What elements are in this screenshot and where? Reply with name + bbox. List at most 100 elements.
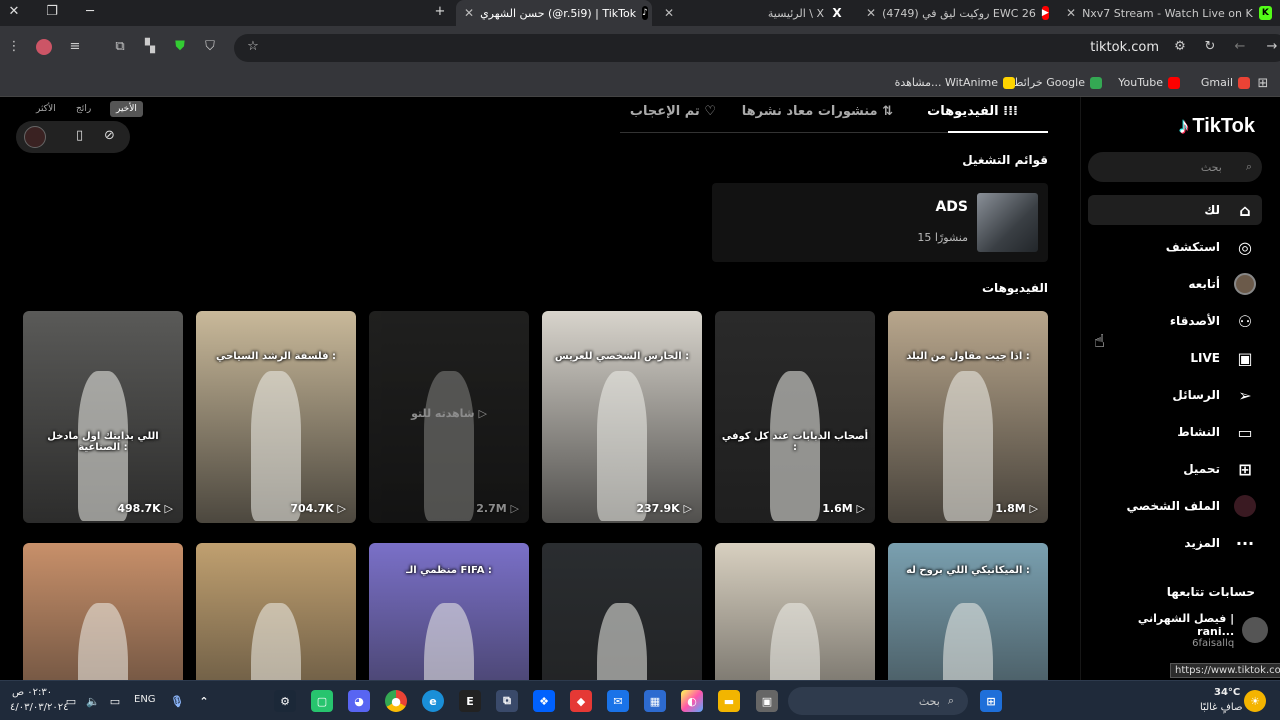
chevron-up-icon[interactable]: ⌃ bbox=[193, 690, 215, 712]
playlist-card[interactable]: ADS 15 منشورًا bbox=[712, 183, 1048, 262]
video-card[interactable]: أصحاب الدبابات عند كل كوفي : 1.6M ▷ bbox=[715, 311, 875, 523]
bookmark-gmail[interactable]: Gmail bbox=[1201, 76, 1250, 89]
taskbar-search[interactable]: بحث ⌕ bbox=[788, 687, 968, 715]
bookmark-youtube[interactable]: YouTube bbox=[1118, 76, 1180, 89]
menu-dots-icon[interactable]: ⋮ bbox=[5, 39, 23, 54]
bookmark-maps[interactable]: خرائط Google bbox=[1013, 76, 1102, 89]
video-card[interactable] bbox=[23, 543, 183, 680]
app-green-icon[interactable]: ▢ bbox=[311, 690, 333, 712]
record-icon[interactable] bbox=[24, 126, 46, 148]
sidebar-item-7[interactable]: تحميل ⊞ bbox=[1088, 454, 1262, 484]
site-settings-icon[interactable]: ⚙ bbox=[1171, 39, 1189, 54]
tab-reposts[interactable]: منشورات معاد نشرها ⇅ bbox=[742, 104, 893, 119]
tab-kick[interactable]: ✕ Nxv7 Stream - Watch Live on K K bbox=[1058, 0, 1280, 26]
epic-games-icon[interactable]: E bbox=[459, 690, 481, 712]
omnibox[interactable]: ☆ tiktok.com ⚙ ↻ ← → bbox=[234, 34, 1280, 62]
outlook-icon[interactable]: ✉ bbox=[607, 690, 629, 712]
sidebar-item-5[interactable]: الرسائل ➢ bbox=[1088, 380, 1262, 410]
extensions-icon[interactable]: ⧉ bbox=[111, 39, 129, 54]
app-red-icon[interactable]: ◆ bbox=[570, 690, 592, 712]
volume-icon[interactable]: 🔈 bbox=[82, 690, 104, 712]
following-account[interactable]: فيصل الشهراني | rani... 6faisallq bbox=[1098, 612, 1268, 649]
language-indicator[interactable]: ENG bbox=[134, 694, 156, 705]
back-icon[interactable]: → bbox=[1263, 39, 1280, 54]
close-window-icon[interactable]: ✕ bbox=[4, 4, 24, 19]
sidebar-item-9[interactable]: المزيد ··· bbox=[1088, 528, 1262, 558]
store-icon[interactable]: ▦ bbox=[644, 690, 666, 712]
weather-icon[interactable]: ☀ bbox=[1244, 690, 1266, 712]
sidebar-item-2[interactable]: أتابعه bbox=[1088, 269, 1262, 299]
url-text: tiktok.com bbox=[1090, 40, 1159, 55]
search-input[interactable]: بحث ⌕ bbox=[1088, 152, 1262, 182]
dropbox-icon[interactable]: ❖ bbox=[533, 690, 555, 712]
video-card[interactable]: شاهدته للتو ▷ 2.7M ▷ bbox=[369, 311, 529, 523]
edge-icon[interactable]: e bbox=[422, 690, 444, 712]
tab-liked[interactable]: تم الإعجاب ♡ bbox=[630, 104, 716, 119]
star-icon[interactable]: ☆ bbox=[244, 39, 262, 54]
tab-tiktok[interactable]: ✕ حسن الشهري (@r.5i9) | TikTok ♪ bbox=[456, 0, 652, 26]
start-icon[interactable]: ⊞ bbox=[980, 690, 1002, 712]
sidebar-item-label: الملف الشخصي bbox=[1126, 499, 1220, 513]
copilot-icon[interactable]: ◐ bbox=[681, 690, 703, 712]
extension-icon[interactable]: ▚ bbox=[141, 39, 159, 54]
close-icon[interactable]: ✕ bbox=[464, 6, 474, 20]
video-card[interactable]: اللي بدايتك اول مادخل الصناعية : 498.7K ▷ bbox=[23, 311, 183, 523]
minimize-icon[interactable]: ─ bbox=[80, 4, 100, 19]
profile-icon[interactable] bbox=[36, 39, 52, 55]
video-card[interactable] bbox=[715, 543, 875, 680]
video-thumbnail-figure bbox=[770, 603, 820, 680]
steam-icon[interactable]: ⚙ bbox=[274, 690, 296, 712]
display-icon[interactable]: ▭ bbox=[104, 690, 126, 712]
tab-title: (4749) روكيت ليق في EWC 26 bbox=[882, 6, 1036, 20]
video-card[interactable]: منظمي الـ FIFA : bbox=[369, 543, 529, 680]
media-icon[interactable]: ≡ bbox=[66, 39, 84, 54]
restore-icon[interactable]: ❐ bbox=[42, 4, 62, 19]
sidebar-item-0[interactable]: لك ⌂ bbox=[1088, 195, 1262, 225]
tiktok-icon: ♪ bbox=[642, 6, 648, 20]
clock-time[interactable]: ٠٢:٣٠ ص bbox=[12, 687, 52, 698]
mic-icon[interactable]: 🎙 bbox=[166, 690, 188, 712]
discord-icon[interactable]: ◕ bbox=[348, 690, 370, 712]
sidebar-item-8[interactable]: الملف الشخصي bbox=[1088, 491, 1262, 521]
status-tooltip: https://www.tiktok.com bbox=[1170, 663, 1280, 678]
close-icon[interactable]: ✕ bbox=[866, 6, 876, 20]
video-card[interactable] bbox=[542, 543, 702, 680]
clock-date[interactable]: ٤/٠٣/٠٣/٢٠٢٤ bbox=[10, 702, 68, 713]
close-icon[interactable]: ✕ bbox=[664, 6, 674, 20]
sidebar-item-1[interactable]: استكشف ◎ bbox=[1088, 232, 1262, 262]
compass-icon[interactable]: ⊘ bbox=[104, 128, 115, 143]
tab-x[interactable]: ✕ الرئيسية \ X X bbox=[656, 0, 852, 26]
file-explorer-icon[interactable]: ▬ bbox=[718, 690, 740, 712]
reload-icon[interactable]: ↻ bbox=[1201, 39, 1219, 54]
app-icon[interactable]: ⧉ bbox=[496, 690, 518, 712]
task-view-icon[interactable]: ▣ bbox=[756, 690, 778, 712]
mini-player: الأخير رائج الأكثر ▯ ⊘ bbox=[16, 97, 146, 157]
video-card[interactable]: اذا جيت مقاول من البلد : 1.8M ▷ bbox=[888, 311, 1048, 523]
tiktok-logo[interactable]: ♪ TikTok bbox=[1178, 113, 1255, 139]
tab-latest[interactable]: الأخير bbox=[110, 101, 143, 117]
close-icon[interactable]: ✕ bbox=[1066, 6, 1076, 20]
video-card[interactable]: الميكانيكي اللي بروح له : bbox=[888, 543, 1048, 680]
chrome-icon[interactable]: ● bbox=[385, 690, 407, 712]
phone-icon[interactable]: ▯ bbox=[76, 128, 83, 143]
sidebar-item-4[interactable]: LIVE ▣ bbox=[1088, 343, 1262, 373]
compass-icon: ◎ bbox=[1238, 237, 1252, 257]
apps-icon[interactable]: ⊞ bbox=[1254, 76, 1272, 91]
video-card[interactable]: فلسفة الرشد السياحي : 704.7K ▷ bbox=[196, 311, 356, 523]
watched-label: شاهدته للتو ▷ bbox=[369, 407, 529, 420]
sidebar-item-6[interactable]: النشاط ▭ bbox=[1088, 417, 1262, 447]
video-card[interactable] bbox=[196, 543, 356, 680]
shield-icon[interactable]: ⛊ bbox=[171, 39, 189, 54]
tab-popular[interactable]: الأكثر bbox=[36, 104, 56, 114]
new-tab-button[interactable]: + bbox=[430, 4, 450, 19]
tab-trending[interactable]: رائج bbox=[76, 104, 91, 114]
bookmark-witanime[interactable]: مشاهدة... WitAnime bbox=[895, 76, 1015, 89]
video-card[interactable]: الحارس الشخصي للعريس : 237.9K ▷ bbox=[542, 311, 702, 523]
sidebar-item-3[interactable]: الأصدقاء ⚇ bbox=[1088, 306, 1262, 336]
browser-chrome: ✕ Nxv7 Stream - Watch Live on K K ✕ (474… bbox=[0, 0, 1280, 97]
tab-videos[interactable]: الفيديوهات ⁞⁞⁞ bbox=[927, 104, 1018, 119]
forward-icon[interactable]: ← bbox=[1231, 39, 1249, 54]
taskbar: ☀ 34°C صافٍ غالبًا ⊞ بحث ⌕ ▣ ▬ ◐ ▦ ✉ ◆ ❖… bbox=[0, 680, 1280, 720]
tab-youtube[interactable]: ✕ (4749) روكيت ليق في EWC 26 ▶ bbox=[858, 0, 1054, 26]
adblock-icon[interactable]: ⛉ bbox=[201, 39, 219, 54]
